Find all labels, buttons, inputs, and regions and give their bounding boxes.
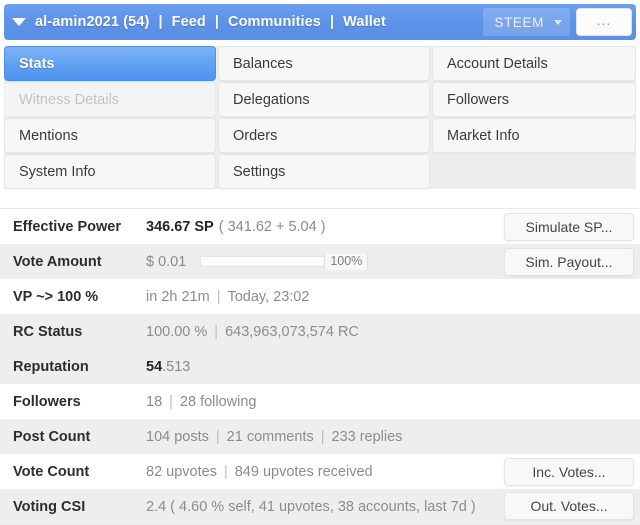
rc-separator: | [214, 323, 219, 340]
account-stats-window: al-amin2021 (54) | Feed | Communities | … [0, 0, 640, 525]
vote-amount-value: $ 0.01 [146, 253, 187, 270]
row-value-rc-status: 100.00 % | 643,963,073,574 RC [146, 324, 640, 340]
row-followers: Followers 18 | 28 following [0, 384, 640, 419]
stats-group-primary: Effective Power 346.67 SP ( 341.62 + 5.0… [0, 208, 640, 362]
token-selector-label: STEEM [494, 14, 544, 30]
post-separator-2: | [320, 428, 325, 445]
row-label-vote-count: Vote Count [13, 463, 90, 480]
row-label-effective-power: Effective Power [13, 218, 121, 235]
row-label-followers: Followers [13, 393, 81, 410]
tab-account-details[interactable]: Account Details [432, 46, 636, 81]
row-post-count: Post Count 104 posts | 21 comments | 233… [0, 419, 640, 454]
header-link-communities[interactable]: Communities [228, 14, 321, 30]
incoming-votes-button[interactable]: Inc. Votes... [504, 458, 634, 486]
simulate-sp-button[interactable]: Simulate SP... [504, 213, 634, 241]
rc-amount: 643,963,073,574 RC [225, 323, 359, 340]
stats-group-secondary: Reputation 54 .513 Followers 18 | 28 fol… [0, 348, 640, 525]
header-separator-3: | [329, 14, 335, 30]
row-label-vote-amount: Vote Amount [13, 253, 102, 270]
vp-remaining: in 2h 21m [146, 288, 210, 305]
tab-market-info[interactable]: Market Info [432, 118, 636, 153]
app-header: al-amin2021 (54) | Feed | Communities | … [4, 4, 636, 40]
row-vote-count: Vote Count 82 upvotes | 849 upvotes rece… [0, 454, 640, 489]
vp-separator: | [216, 288, 221, 305]
followers-separator: | [169, 393, 173, 410]
token-selector[interactable]: STEEM [483, 8, 570, 36]
comments-count: 21 comments [226, 428, 314, 445]
row-reputation: Reputation 54 .513 [0, 349, 640, 384]
tab-mentions[interactable]: Mentions [4, 118, 216, 153]
vote-count-separator: | [223, 463, 228, 480]
header-link-wallet[interactable]: Wallet [343, 14, 386, 30]
header-link-feed[interactable]: Feed [172, 14, 206, 30]
row-label-reputation: Reputation [13, 358, 89, 375]
rc-percent: 100.00 % [146, 323, 208, 340]
upvotes-received: 849 upvotes received [234, 463, 373, 480]
tab-system-info[interactable]: System Info [4, 154, 216, 189]
followers-count: 18 [146, 393, 163, 410]
tab-followers[interactable]: Followers [432, 82, 636, 117]
tab-grid: Stats Balances Account Details Witness D… [4, 46, 636, 189]
tab-delegations[interactable]: Delegations [218, 82, 430, 117]
tab-stats[interactable]: Stats [4, 46, 216, 81]
row-value-vp-to-100: in 2h 21m | Today, 23:02 [146, 289, 640, 305]
header-username[interactable]: al-amin2021 (54) [35, 14, 149, 30]
row-vote-amount: Vote Amount $ 0.01 100% Sim. Payout... [0, 244, 640, 279]
tab-witness-details: Witness Details [4, 82, 216, 117]
voting-csi-value: 2.4 ( 4.60 % self, 41 upvotes, 38 accoun… [146, 498, 476, 515]
post-separator-1: | [215, 428, 220, 445]
tab-balances[interactable]: Balances [218, 46, 430, 81]
row-voting-csi: Voting CSI 2.4 ( 4.60 % self, 41 upvotes… [0, 489, 640, 524]
tab-placeholder [432, 154, 636, 189]
row-label-rc-status: RC Status [13, 323, 83, 340]
caret-down-icon[interactable] [12, 18, 26, 26]
row-rc-status: RC Status 100.00 % | 643,963,073,574 RC [0, 314, 640, 349]
tab-orders[interactable]: Orders [218, 118, 430, 153]
row-value-followers: 18 | 28 following [146, 394, 640, 410]
header-separator-2: | [214, 14, 220, 30]
more-options-button[interactable]: ... [576, 8, 632, 36]
row-value-post-count: 104 posts | 21 comments | 233 replies [146, 429, 640, 445]
row-effective-power: Effective Power 346.67 SP ( 341.62 + 5.0… [0, 209, 640, 244]
tab-settings[interactable]: Settings [218, 154, 430, 189]
row-vp-to-100: VP ~> 100 % in 2h 21m | Today, 23:02 [0, 279, 640, 314]
effective-power-breakdown: ( 341.62 + 5.04 ) [218, 218, 326, 235]
row-label-voting-csi: Voting CSI [13, 498, 86, 515]
posts-count: 104 posts [146, 428, 209, 445]
replies-count: 233 replies [331, 428, 403, 445]
row-value-reputation: 54 .513 [146, 359, 640, 375]
vote-weight-slider[interactable]: 100% [200, 253, 369, 270]
sim-payout-button[interactable]: Sim. Payout... [504, 248, 634, 276]
slider-thumb-label[interactable]: 100% [324, 253, 369, 270]
header-separator-1: | [158, 14, 163, 30]
row-label-post-count: Post Count [13, 428, 91, 445]
outgoing-votes-button[interactable]: Out. Votes... [504, 492, 634, 520]
vp-timestamp: Today, 23:02 [227, 288, 310, 305]
row-label-vp-to-100: VP ~> 100 % [13, 288, 99, 305]
reputation-fraction: .513 [162, 358, 191, 375]
chevron-down-icon [554, 19, 562, 25]
reputation-integer: 54 [146, 358, 163, 375]
upvotes-given: 82 upvotes [146, 463, 217, 480]
header-nav: al-amin2021 (54) | Feed | Communities | … [35, 14, 386, 30]
effective-power-amount: 346.67 SP [146, 218, 214, 235]
following-count: 28 following [179, 393, 257, 410]
